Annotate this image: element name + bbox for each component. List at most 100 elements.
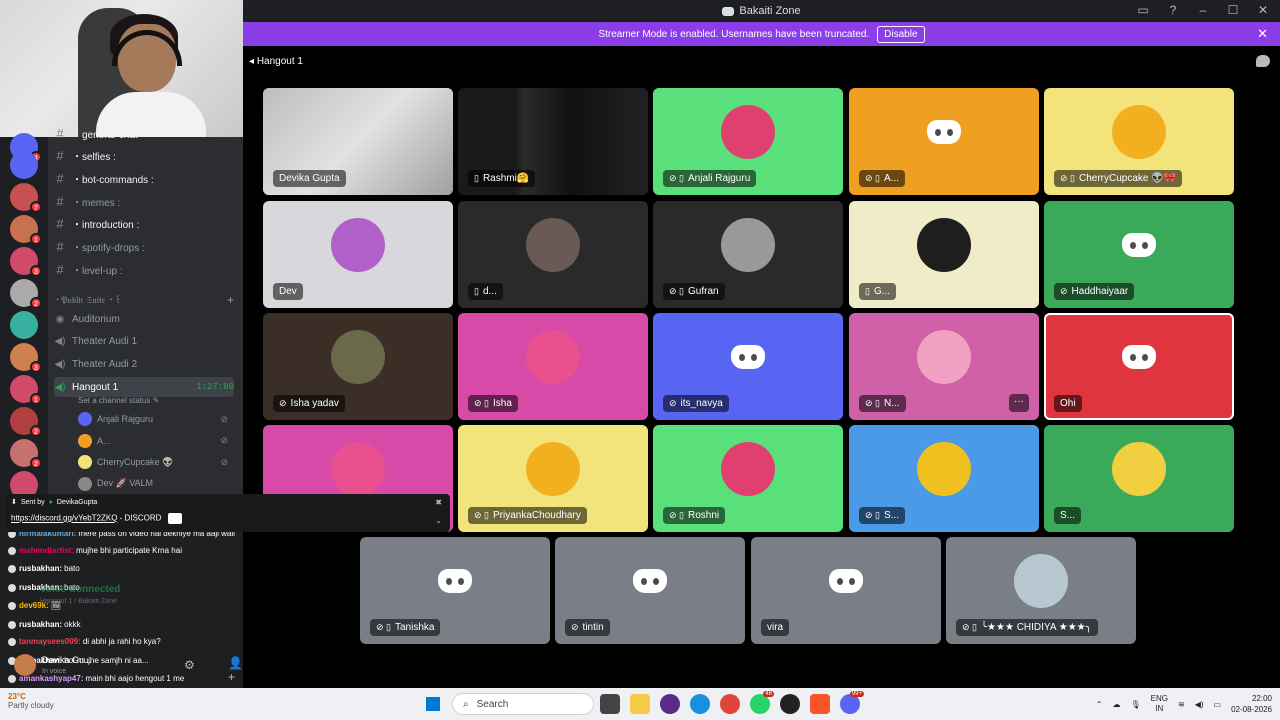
participant-tile[interactable]: ⊘ ▯ Isha [458, 313, 648, 420]
participant-tile[interactable]: Dev [263, 201, 453, 308]
server-icon[interactable]: 2 [10, 407, 42, 437]
add-channel-icon[interactable]: + [227, 293, 234, 307]
text-channel-item[interactable]: # ・memes : [54, 191, 234, 211]
voice-channel-item[interactable]: ◀) Hangout 1 1:27:00 [54, 377, 234, 397]
weather-temp: 23°C [8, 692, 26, 701]
voice-channel-item[interactable]: ◀) Theater Audi 2 [54, 354, 234, 374]
voice-channel-item[interactable]: ◉ Auditorium [54, 309, 234, 329]
voice-user-item[interactable]: Dev 🚀 VALM [78, 475, 228, 493]
voice-user-item[interactable]: A... ⊘ [78, 432, 228, 450]
close-banner-icon[interactable]: ✕ [1257, 26, 1268, 42]
participant-tile[interactable]: ⊘ ▯ A... [849, 88, 1039, 195]
tile-more-button[interactable]: ··· [1009, 394, 1029, 412]
avatar [78, 433, 92, 448]
discord-taskbar-icon[interactable]: 99+ [840, 691, 864, 714]
participant-tile[interactable]: Devika Gupta [263, 88, 453, 195]
set-channel-status[interactable]: Set a channel status ✎ [78, 396, 159, 405]
participant-tile[interactable]: ▯ G... [849, 201, 1039, 308]
edge-icon[interactable] [690, 694, 710, 714]
voice-channel-item[interactable]: ◀) Theater Audi 1 [54, 331, 234, 351]
user-area[interactable]: Devika Gu... In voice [14, 654, 92, 676]
participant-tile[interactable]: ▯ d... [458, 201, 648, 308]
avatar [78, 476, 92, 491]
participant-tile[interactable]: ⊘ ▯ Gufran [653, 201, 843, 308]
invite-link[interactable]: https://discord.gg/vYebT2ZKQ [11, 514, 117, 523]
weather-widget[interactable]: 23°C Partly cloudy [8, 692, 54, 710]
text-channel-item[interactable]: # ・spotify-drops : [54, 237, 234, 257]
task-view-icon[interactable] [600, 694, 620, 714]
battery-icon[interactable]: ▭ [1214, 700, 1222, 709]
server-icon[interactable]: 2 [10, 279, 42, 309]
server-icon[interactable]: 7 [10, 183, 42, 213]
chat-username: nirmalakumari: [19, 532, 77, 538]
participant-tile[interactable]: Ohi [1044, 313, 1234, 420]
add-friend-icon[interactable]: 👤+ [228, 656, 243, 684]
expand-chevron-icon[interactable]: ⌄ [435, 516, 442, 525]
onedrive-icon[interactable]: ☁ [1112, 700, 1120, 709]
participant-name: N... [884, 398, 900, 409]
participant-tile[interactable]: ⊘ ▯ CherryCupcake 👽🎀 [1044, 88, 1234, 195]
text-channel-item[interactable]: # ・selfies : [54, 146, 234, 166]
text-channel-item[interactable]: # ・level-up : [54, 259, 234, 279]
participant-tile[interactable]: ⊘ tintin [555, 537, 745, 644]
help-icon[interactable]: ? [1166, 3, 1180, 17]
participant-tile[interactable]: ▯ Rashmi🤗 [458, 88, 648, 195]
participant-tile[interactable]: ⊘ Isha yadav [263, 313, 453, 420]
brave-icon[interactable] [810, 694, 830, 714]
participant-tile[interactable]: ⊘ ▯ S... [849, 425, 1039, 532]
voice-user-item[interactable]: Anjali Rajguru ⊘ [78, 410, 228, 428]
language-indicator[interactable]: ENG IN [1151, 694, 1168, 714]
maximize-button[interactable]: ☐ [1226, 3, 1240, 17]
file-explorer-icon[interactable] [630, 694, 650, 714]
text-channel-item[interactable]: # ・general-chat [54, 123, 234, 143]
participant-tile[interactable]: ⊘ ▯ Anjali Rajguru [653, 88, 843, 195]
chat-icon[interactable] [1256, 55, 1270, 67]
text-channel-item[interactable]: # ・introduction : [54, 214, 234, 234]
server-icon[interactable] [10, 311, 38, 339]
close-window-button[interactable]: ✕ [1256, 3, 1270, 17]
window-titlebar: Bakaiti Zone ▭ ? – ☐ ✕ [243, 0, 1280, 22]
avatar [917, 441, 971, 496]
volume-icon[interactable]: ◀) [1195, 700, 1204, 709]
server-icon[interactable]: 1 [10, 215, 42, 245]
participant-tile[interactable]: ⊘ ▯ Tanishka [360, 537, 550, 644]
server-icon[interactable]: 3 [10, 343, 42, 373]
whatsapp-badge: 46 [763, 691, 774, 697]
participant-tile[interactable]: S... [1044, 425, 1234, 532]
app-icon[interactable] [780, 694, 800, 714]
clock-date: 02-08-2026 [1231, 705, 1272, 714]
participant-tile[interactable]: ⊘ Haddhaiyaar [1044, 201, 1234, 308]
participant-tile[interactable]: vira [751, 537, 941, 644]
wifi-icon[interactable]: ≋ [1178, 700, 1185, 709]
participant-tile[interactable]: ⊘ ▯ Roshni [653, 425, 843, 532]
category-public-suite[interactable]: ・𝔓𝔲𝔟𝔩𝔦𝔠 𝔖𝔲𝔦𝔱𝔢 ・꒰ + [54, 290, 234, 310]
server-icon[interactable]: 3 [10, 247, 42, 277]
server-icon[interactable] [10, 151, 38, 179]
server-icon[interactable]: 2 [10, 439, 42, 469]
window-title: Bakaiti Zone [722, 5, 801, 17]
server-icon[interactable]: 1 [10, 375, 42, 405]
disable-streamer-mode-button[interactable]: Disable [877, 25, 925, 43]
participant-tile[interactable]: ⊘ ▯ PriyankaChoudhary [458, 425, 648, 532]
inbox-icon[interactable]: ▭ [1136, 3, 1150, 17]
chrome-icon[interactable] [720, 694, 740, 714]
tile-center [458, 313, 648, 400]
participant-name-tag: ⊘ Isha yadav [273, 395, 345, 412]
tray-chevron-icon[interactable]: ⌃ [1096, 700, 1103, 709]
participant-name: CherryCupcake 👽🎀 [1079, 173, 1177, 184]
user-settings-gear-icon[interactable]: ⚙ [184, 658, 195, 672]
participant-tile[interactable]: ⊘ ▯ N... ··· [849, 313, 1039, 420]
text-channel-item[interactable]: # ・bot-commands : [54, 168, 234, 188]
mic-tray-icon[interactable]: 🎙 [1130, 700, 1140, 709]
minimize-button[interactable]: – [1196, 3, 1210, 17]
mute-chat-icon[interactable]: ✖ [435, 498, 442, 507]
participant-tile[interactable]: ⊘ ▯ ╰★★★ CHIDIYA ★★★╮ [946, 537, 1136, 644]
windows-start-icon[interactable] [426, 697, 440, 711]
whatsapp-icon[interactable]: 46 [750, 691, 774, 714]
participant-name: Anjali Rajguru [688, 173, 751, 184]
obs-icon[interactable] [660, 694, 680, 714]
voice-user-item[interactable]: CherryCupcake 👽 ⊘ [78, 453, 228, 471]
participant-tile[interactable]: ⊘ its_navya [653, 313, 843, 420]
taskbar-search[interactable]: ⌕ Search [452, 693, 594, 715]
clock[interactable]: 22:00 02-08-2026 [1231, 693, 1272, 715]
